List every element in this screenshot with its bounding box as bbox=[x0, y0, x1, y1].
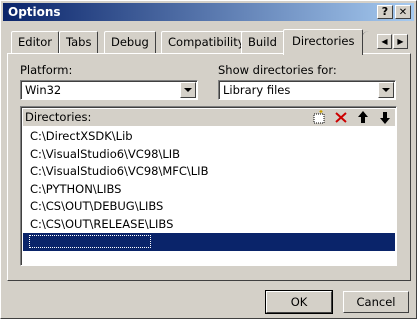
move-up-icon[interactable] bbox=[354, 109, 372, 126]
tab-directories[interactable]: Directories bbox=[283, 29, 364, 55]
chevron-down-icon[interactable] bbox=[378, 82, 394, 98]
tab-tabs[interactable]: Tabs bbox=[59, 31, 99, 53]
close-button[interactable]: ✕ bbox=[395, 5, 411, 19]
directories-label: Directories: bbox=[25, 110, 92, 124]
new-entry-edit-field[interactable] bbox=[29, 235, 151, 248]
platform-value: Win32 bbox=[25, 83, 62, 97]
options-dialog: Options ? ✕ Editor Tabs Debug Compatibil… bbox=[0, 0, 417, 319]
list-item-new-entry[interactable] bbox=[23, 233, 395, 251]
tab-label: Directories bbox=[292, 34, 355, 48]
list-item[interactable]: C:\VisualStudio6\VC98\LIB bbox=[23, 146, 395, 164]
cancel-button[interactable]: Cancel bbox=[343, 291, 409, 313]
directories-listbox[interactable]: Directories: C:\DirectXSDK\Lib C:\Visual… bbox=[20, 106, 397, 266]
tab-compatibility[interactable]: Compatibility bbox=[161, 31, 252, 53]
help-icon: ? bbox=[381, 5, 389, 18]
list-item[interactable]: C:\CS\OUT\RELEASE\LIBS bbox=[23, 216, 395, 234]
list-item[interactable]: C:\PYTHON\LIBS bbox=[23, 181, 395, 199]
tab-label: Build bbox=[248, 35, 277, 49]
tab-scroll-right-button[interactable]: ▶ bbox=[393, 34, 408, 49]
list-item[interactable]: C:\CS\OUT\DEBUG\LIBS bbox=[23, 198, 395, 216]
platform-select[interactable]: Win32 bbox=[20, 80, 198, 100]
move-down-icon[interactable] bbox=[376, 109, 394, 126]
tab-label: Compatibility bbox=[168, 35, 245, 49]
new-folder-icon[interactable] bbox=[310, 109, 328, 126]
chevron-right-icon: ▶ bbox=[397, 37, 404, 46]
show-directories-label: Show directories for: bbox=[218, 63, 337, 77]
list-item[interactable]: C:\DirectXSDK\Lib bbox=[23, 128, 395, 146]
close-icon: ✕ bbox=[398, 7, 408, 18]
delete-icon[interactable] bbox=[332, 109, 350, 126]
tab-label: Tabs bbox=[66, 35, 92, 49]
tab-label: Debug bbox=[111, 35, 149, 49]
window-title: Options bbox=[8, 5, 61, 19]
chevron-left-icon: ◀ bbox=[381, 37, 388, 46]
title-bar[interactable]: Options ? ✕ bbox=[3, 3, 414, 21]
list-item[interactable]: C:\VisualStudio6\VC98\MFC\LIB bbox=[23, 163, 395, 181]
help-button[interactable]: ? bbox=[377, 5, 393, 19]
tab-editor[interactable]: Editor bbox=[11, 31, 60, 53]
ok-button[interactable]: OK bbox=[265, 290, 333, 314]
tab-debug[interactable]: Debug bbox=[104, 31, 156, 53]
tab-scroll-left-button[interactable]: ◀ bbox=[377, 34, 392, 49]
platform-label: Platform: bbox=[20, 63, 73, 77]
directories-list: C:\DirectXSDK\Lib C:\VisualStudio6\VC98\… bbox=[23, 128, 395, 251]
directories-header: Directories: bbox=[23, 109, 395, 126]
tab-build[interactable]: Build bbox=[241, 31, 284, 53]
show-directories-select[interactable]: Library files bbox=[218, 80, 396, 100]
tab-label: Editor bbox=[18, 35, 53, 49]
chevron-down-icon[interactable] bbox=[180, 82, 196, 98]
show-directories-value: Library files bbox=[223, 83, 291, 97]
